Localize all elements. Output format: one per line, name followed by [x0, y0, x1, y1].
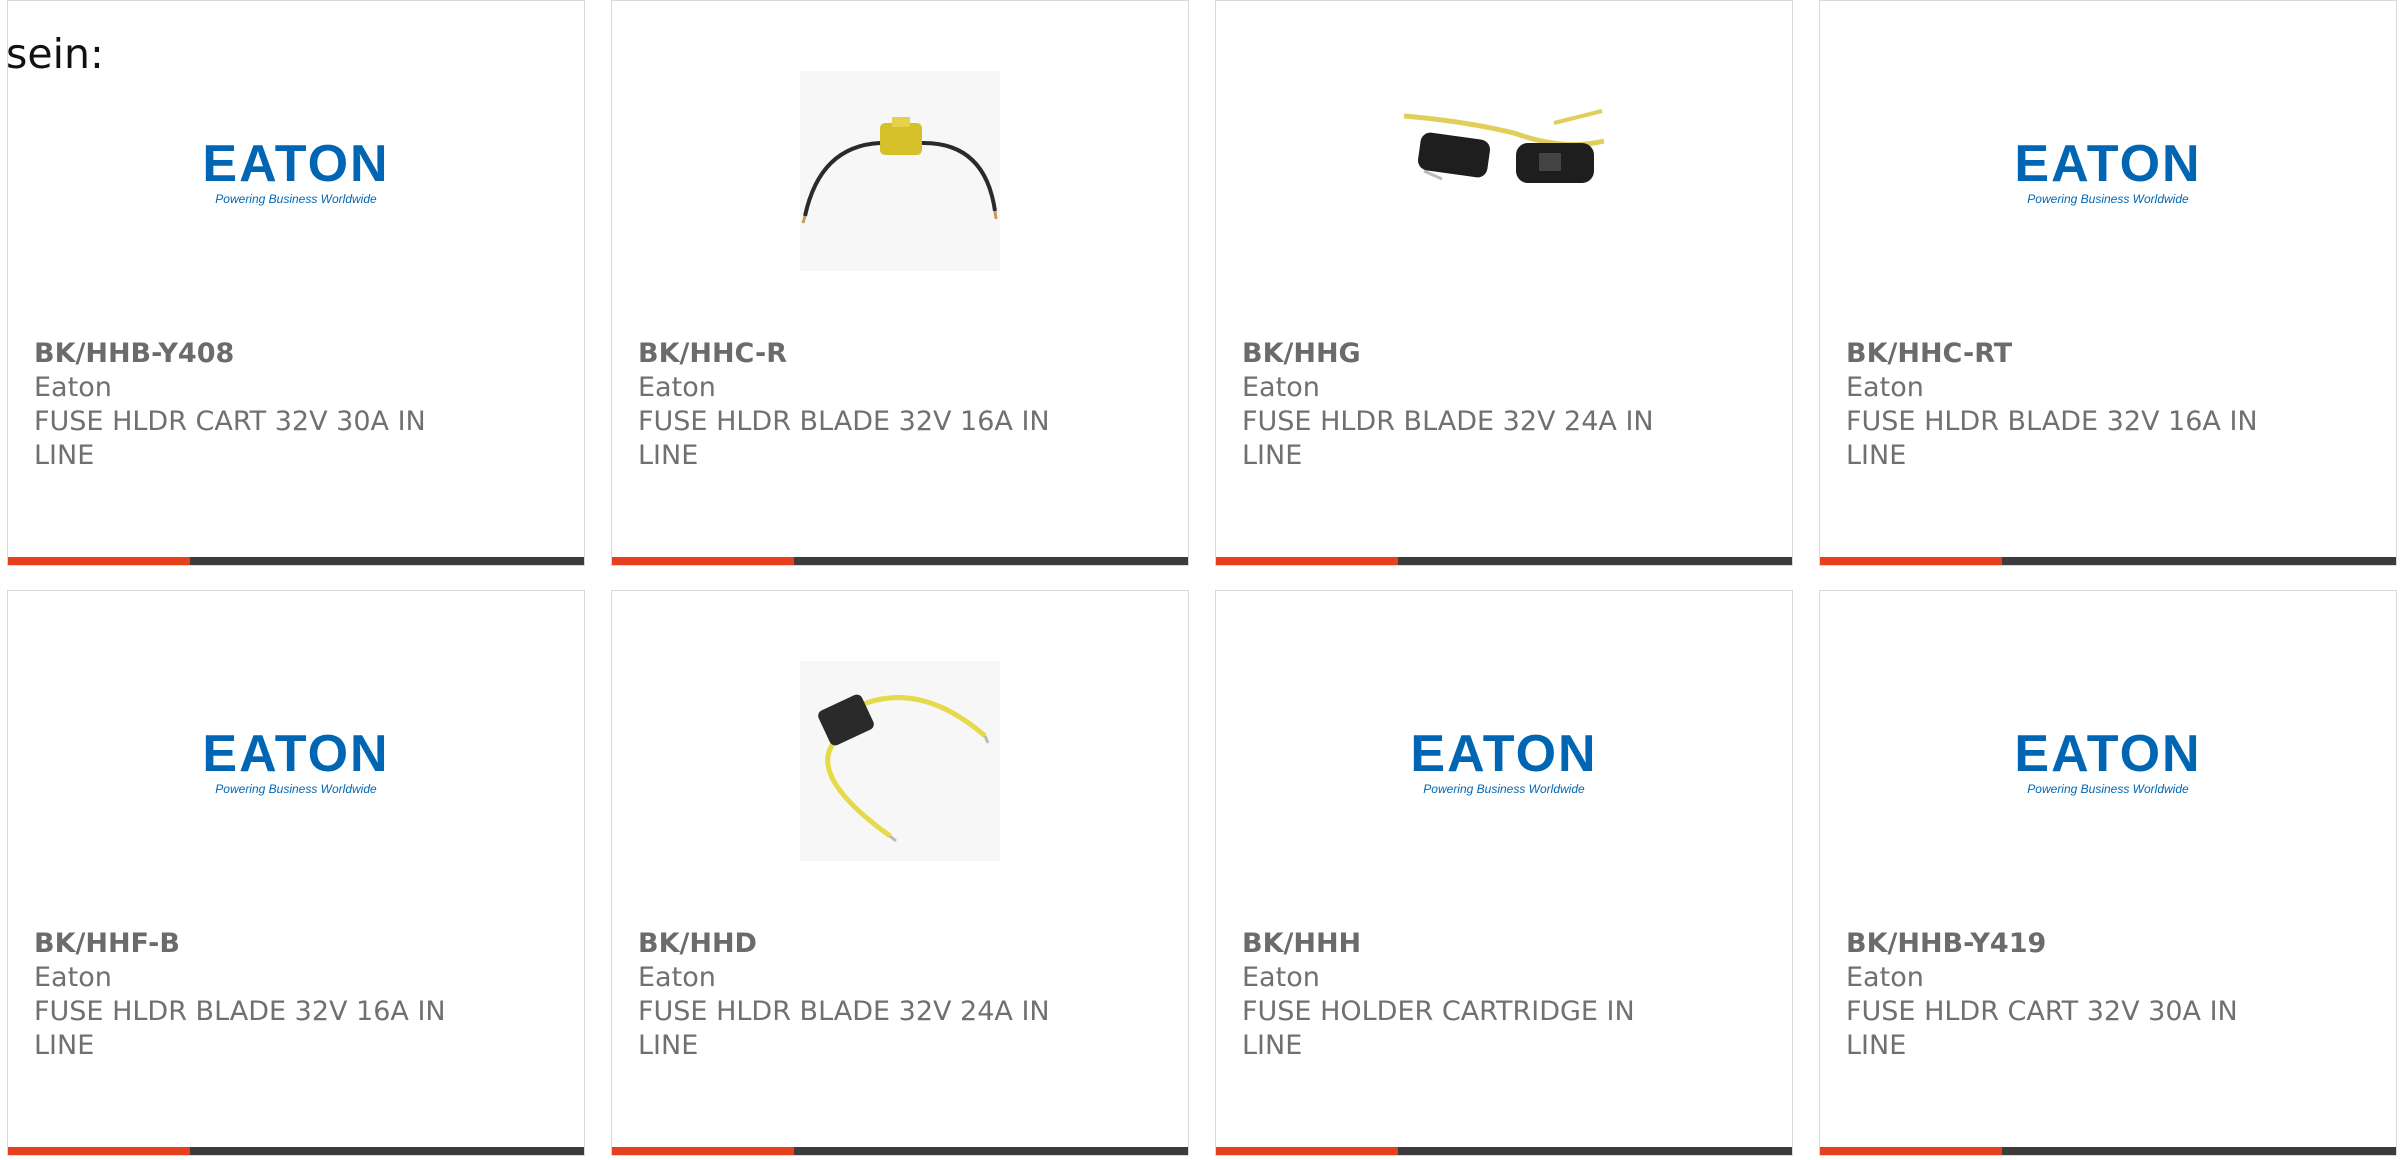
manufacturer: Eaton [1242, 372, 1320, 403]
manufacturer: Eaton [638, 962, 716, 993]
part-number-link[interactable]: BK/HHG [1242, 337, 1662, 371]
eaton-logo-icon: EATON Powering Business Worldwide [2014, 725, 2201, 796]
description-line-1: FUSE HLDR BLADE 32V 24A IN [1242, 406, 1654, 437]
part-number-link[interactable]: BK/HHB-Y408 [34, 337, 454, 371]
product-card[interactable]: BK/HHG Eaton FUSE HLDR BLADE 32V 24A IN … [1215, 0, 1793, 566]
product-card[interactable]: EATON Powering Business Worldwide BK/HHH… [1215, 590, 1793, 1156]
svg-text:EATON: EATON [2014, 135, 2201, 193]
product-image[interactable]: EATON Powering Business Worldwide [8, 661, 584, 861]
card-footer-bar [8, 557, 584, 565]
product-card[interactable]: EATON Powering Business Worldwide BK/HHB… [7, 0, 585, 566]
svg-text:Powering Business Worldwide: Powering Business Worldwide [215, 782, 377, 796]
description-line-2: LINE [1242, 440, 1303, 471]
product-card[interactable]: BK/HHC-R Eaton FUSE HLDR BLADE 32V 16A I… [611, 0, 1189, 566]
part-number-link[interactable]: BK/HHC-RT [1846, 337, 2266, 371]
description-line-1: FUSE HLDR BLADE 32V 24A IN [638, 996, 1050, 1027]
card-accent-bar [1216, 1147, 1398, 1155]
description-line-2: LINE [1846, 440, 1907, 471]
description-line-2: LINE [1846, 1030, 1907, 1061]
svg-text:EATON: EATON [2014, 725, 2201, 783]
description-line-2: LINE [638, 1030, 699, 1061]
product-image[interactable] [1216, 71, 1792, 271]
product-image[interactable] [612, 71, 1188, 271]
card-accent-bar [612, 1147, 794, 1155]
card-accent-bar [1820, 557, 2002, 565]
product-image[interactable]: EATON Powering Business Worldwide [1216, 661, 1792, 861]
product-card[interactable]: EATON Powering Business Worldwide BK/HHF… [7, 590, 585, 1156]
intro-text: sein: [6, 30, 104, 78]
card-accent-bar [612, 557, 794, 565]
description-line-1: FUSE HLDR CART 32V 30A IN [1846, 996, 2238, 1027]
description-line-2: LINE [638, 440, 699, 471]
product-image[interactable] [612, 661, 1188, 861]
svg-text:Powering Business Worldwide: Powering Business Worldwide [2027, 192, 2189, 206]
card-footer-bar [1820, 1147, 2396, 1155]
description-line-1: FUSE HLDR BLADE 32V 16A IN [638, 406, 1050, 437]
eaton-logo-icon: EATON Powering Business Worldwide [1410, 725, 1597, 796]
product-image[interactable]: EATON Powering Business Worldwide [1820, 661, 2396, 861]
part-number-link[interactable]: BK/HHC-R [638, 337, 1058, 371]
manufacturer: Eaton [1846, 372, 1924, 403]
card-accent-bar [8, 557, 190, 565]
card-footer-bar [8, 1147, 584, 1155]
manufacturer: Eaton [638, 372, 716, 403]
black-fuse-holder-yellow-wire-photo-icon [800, 661, 1000, 861]
manufacturer: Eaton [34, 962, 112, 993]
card-footer-bar [612, 1147, 1188, 1155]
card-accent-bar [1216, 557, 1398, 565]
svg-text:Powering Business Worldwide: Powering Business Worldwide [2027, 782, 2189, 796]
product-image[interactable]: EATON Powering Business Worldwide [1820, 71, 2396, 271]
svg-text:Powering Business Worldwide: Powering Business Worldwide [1423, 782, 1585, 796]
svg-text:EATON: EATON [1410, 725, 1597, 783]
eaton-logo-icon: EATON Powering Business Worldwide [2014, 135, 2201, 206]
card-footer-bar [612, 557, 1188, 565]
card-footer-bar [1216, 557, 1792, 565]
part-number-link[interactable]: BK/HHD [638, 927, 1058, 961]
product-card[interactable]: EATON Powering Business Worldwide BK/HHB… [1819, 590, 2397, 1156]
part-number-link[interactable]: BK/HHH [1242, 927, 1662, 961]
manufacturer: Eaton [1242, 962, 1320, 993]
manufacturer: Eaton [1846, 962, 1924, 993]
product-image[interactable]: EATON Powering Business Worldwide [8, 71, 584, 271]
eaton-logo-icon: EATON Powering Business Worldwide [202, 135, 389, 206]
product-grid: EATON Powering Business Worldwide BK/HHB… [0, 0, 2400, 1160]
part-number-link[interactable]: BK/HHB-Y419 [1846, 927, 2266, 961]
svg-text:EATON: EATON [202, 725, 389, 783]
svg-text:EATON: EATON [202, 135, 389, 193]
card-footer-bar [1820, 557, 2396, 565]
description-line-1: FUSE HLDR BLADE 32V 16A IN [34, 996, 446, 1027]
part-number-link[interactable]: BK/HHF-B [34, 927, 454, 961]
product-card[interactable]: EATON Powering Business Worldwide BK/HHC… [1819, 0, 2397, 566]
description-line-1: FUSE HLDR CART 32V 30A IN [34, 406, 426, 437]
card-footer-bar [1216, 1147, 1792, 1155]
black-fuse-holder-photo-icon [1404, 71, 1604, 271]
yellow-fuse-holder-photo-icon [800, 71, 1000, 271]
product-card[interactable]: BK/HHD Eaton FUSE HLDR BLADE 32V 24A IN … [611, 590, 1189, 1156]
eaton-logo-icon: EATON Powering Business Worldwide [202, 725, 389, 796]
description-line-2: LINE [1242, 1030, 1303, 1061]
description-line-1: FUSE HOLDER CARTRIDGE IN [1242, 996, 1635, 1027]
card-accent-bar [1820, 1147, 2002, 1155]
svg-text:Powering Business Worldwide: Powering Business Worldwide [215, 192, 377, 206]
description-line-2: LINE [34, 440, 95, 471]
description-line-1: FUSE HLDR BLADE 32V 16A IN [1846, 406, 2258, 437]
card-accent-bar [8, 1147, 190, 1155]
description-line-2: LINE [34, 1030, 95, 1061]
manufacturer: Eaton [34, 372, 112, 403]
